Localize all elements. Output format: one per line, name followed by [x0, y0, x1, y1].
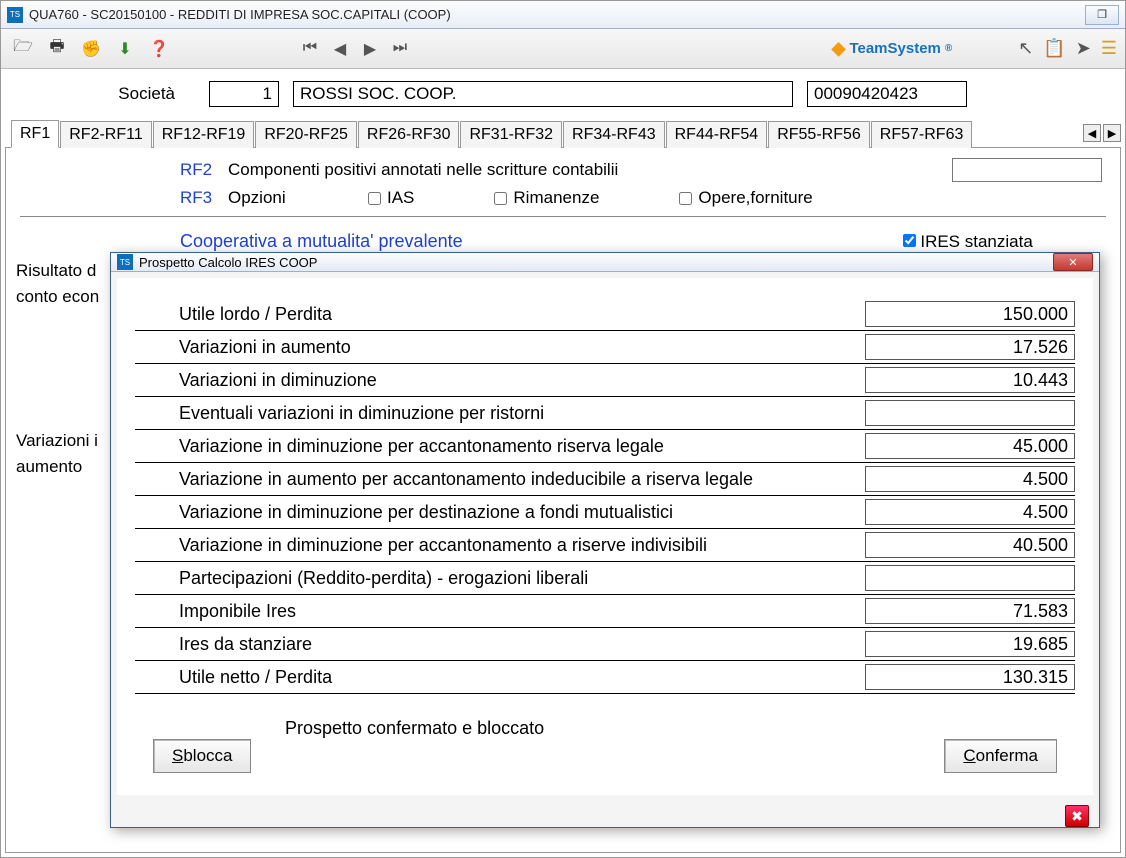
tab-rf34-rf43[interactable]: RF34-RF43: [563, 121, 665, 148]
sblocca-button[interactable]: Sblocca: [153, 739, 251, 773]
tab-rf2-rf11[interactable]: RF2-RF11: [60, 121, 152, 148]
rf2-label: RF2: [180, 160, 228, 180]
calc-value-input[interactable]: [865, 532, 1075, 558]
societa-name-input[interactable]: [293, 81, 793, 107]
tab-rf55-rf56[interactable]: RF55-RF56: [768, 121, 870, 148]
calc-label: Partecipazioni (Reddito-perdita) - eroga…: [135, 568, 865, 589]
calc-label: Ires da stanziare: [135, 634, 865, 655]
cursor-icon[interactable]: ↖: [1018, 38, 1033, 59]
tab-rf12-rf19[interactable]: RF12-RF19: [153, 121, 255, 148]
calc-label: Imponibile Ires: [135, 601, 865, 622]
nav-first-icon[interactable]: ⏮: [299, 39, 321, 59]
nav-prev-icon[interactable]: ◀: [329, 39, 351, 59]
calc-row: Partecipazioni (Reddito-perdita) - eroga…: [135, 562, 1075, 595]
calc-row: Variazione in diminuzione per destinazio…: [135, 496, 1075, 529]
modal-app-icon: TS: [117, 254, 133, 270]
calc-row: Eventuali variazioni in diminuzione per …: [135, 397, 1075, 430]
calc-value-input[interactable]: [865, 499, 1075, 525]
opere-label: Opere,forniture: [698, 188, 812, 208]
calc-label: Variazione in diminuzione per accantonam…: [135, 436, 865, 457]
calc-row: Variazione in aumento per accantonamento…: [135, 463, 1075, 496]
rf2-text: Componenti positivi annotati nelle scrit…: [228, 160, 618, 180]
calc-value-input[interactable]: [865, 664, 1075, 690]
toolbar: 🗁 🖶 ✊ ⬇ ❓ ⏮ ◀ ▶ ⏭ ◆ TeamSystem® ↖ 📋 ➤ ☰: [1, 29, 1125, 69]
ires-modal: TS Prospetto Calcolo IRES COOP ✕ Utile l…: [110, 252, 1100, 828]
window-title: QUA760 - SC20150100 - REDDITI DI IMPRESA…: [29, 7, 1085, 22]
calc-row: Utile netto / Perdita: [135, 661, 1075, 694]
open-icon[interactable]: 🗁: [9, 35, 37, 63]
calc-value-input[interactable]: [865, 334, 1075, 360]
calc-value-input[interactable]: [865, 631, 1075, 657]
calc-value-input[interactable]: [865, 598, 1075, 624]
rf2-value-input[interactable]: [952, 158, 1102, 182]
rf3-text: Opzioni: [228, 188, 318, 208]
app-icon: TS: [7, 7, 23, 23]
help-icon[interactable]: ❓: [145, 35, 173, 63]
calc-label: Variazione in diminuzione per accantonam…: [135, 535, 865, 556]
nav-next-icon[interactable]: ▶: [359, 39, 381, 59]
calc-value-input[interactable]: [865, 367, 1075, 393]
modal-titlebar: TS Prospetto Calcolo IRES COOP ✕: [111, 253, 1099, 272]
calc-label: Variazione in aumento per accantonamento…: [135, 469, 865, 490]
main-titlebar: TS QUA760 - SC20150100 - REDDITI DI IMPR…: [1, 1, 1125, 29]
societa-num-input[interactable]: [209, 81, 279, 107]
calc-label: Variazioni in diminuzione: [135, 370, 865, 391]
ires-checkbox[interactable]: [903, 234, 916, 247]
societa-label: Società: [15, 84, 195, 104]
modal-title-text: Prospetto Calcolo IRES COOP: [139, 255, 1053, 270]
tab-rf44-rf54[interactable]: RF44-RF54: [666, 121, 768, 148]
modal-close-button[interactable]: ✕: [1053, 253, 1093, 271]
tabs: RF1 RF2-RF11 RF12-RF19 RF20-RF25 RF26-RF…: [5, 119, 1121, 148]
calc-value-input[interactable]: [865, 565, 1075, 591]
side-label-1: Risultato d conto econ: [16, 258, 99, 310]
calc-value-input[interactable]: [865, 433, 1075, 459]
calc-label: Variazioni in aumento: [135, 337, 865, 358]
calc-row: Utile lordo / Perdita: [135, 298, 1075, 331]
tab-rf57-rf63[interactable]: RF57-RF63: [871, 121, 973, 148]
societa-code-input[interactable]: [807, 81, 967, 107]
brand-logo: ◆ TeamSystem®: [832, 38, 953, 59]
forward-icon[interactable]: ➤: [1076, 38, 1091, 59]
conferma-button[interactable]: Conferma: [944, 739, 1057, 773]
calc-value-input[interactable]: [865, 301, 1075, 327]
ires-label: IRES stanziata: [920, 232, 1032, 251]
print-icon[interactable]: 🖶: [43, 35, 71, 63]
tab-rf1[interactable]: RF1: [11, 120, 59, 148]
calc-row: Variazione in diminuzione per accantonam…: [135, 430, 1075, 463]
rimanenze-checkbox[interactable]: [494, 192, 507, 205]
tab-rf26-rf30[interactable]: RF26-RF30: [358, 121, 460, 148]
calc-row: Variazioni in diminuzione: [135, 364, 1075, 397]
calc-label: Variazione in diminuzione per destinazio…: [135, 502, 865, 523]
calc-label: Utile netto / Perdita: [135, 667, 865, 688]
tab-rf31-rf32[interactable]: RF31-RF32: [460, 121, 562, 148]
calc-row: Variazione in diminuzione per accantonam…: [135, 529, 1075, 562]
modal-exit-button[interactable]: ✖: [1065, 805, 1089, 827]
side-label-2: Variazioni i aumento: [16, 428, 98, 480]
tab-scroll-left[interactable]: ◀: [1083, 124, 1101, 142]
rimanenze-label: Rimanenze: [513, 188, 599, 208]
tab-scroll-right[interactable]: ▶: [1103, 124, 1121, 142]
calc-label: Utile lordo / Perdita: [135, 304, 865, 325]
calc-value-input[interactable]: [865, 466, 1075, 492]
opere-checkbox[interactable]: [679, 192, 692, 205]
tab-rf20-rf25[interactable]: RF20-RF25: [255, 121, 357, 148]
hand-icon[interactable]: ✊: [77, 35, 105, 63]
window-restore-button[interactable]: ❐: [1085, 5, 1119, 25]
export-icon[interactable]: ⬇: [111, 35, 139, 63]
clipboard-icon[interactable]: 📋: [1043, 38, 1065, 59]
calc-value-input[interactable]: [865, 400, 1075, 426]
header-row: Società: [5, 77, 1121, 119]
nav-last-icon[interactable]: ⏭: [389, 39, 411, 59]
list-icon[interactable]: ☰: [1101, 38, 1117, 59]
calc-row: Imponibile Ires: [135, 595, 1075, 628]
ias-label: IAS: [387, 188, 414, 208]
calc-row: Ires da stanziare: [135, 628, 1075, 661]
rf3-label: RF3: [180, 188, 228, 208]
calc-row: Variazioni in aumento: [135, 331, 1075, 364]
ias-checkbox[interactable]: [368, 192, 381, 205]
modal-status: Prospetto confermato e bloccato: [285, 718, 1075, 739]
calc-label: Eventuali variazioni in diminuzione per …: [135, 403, 865, 424]
